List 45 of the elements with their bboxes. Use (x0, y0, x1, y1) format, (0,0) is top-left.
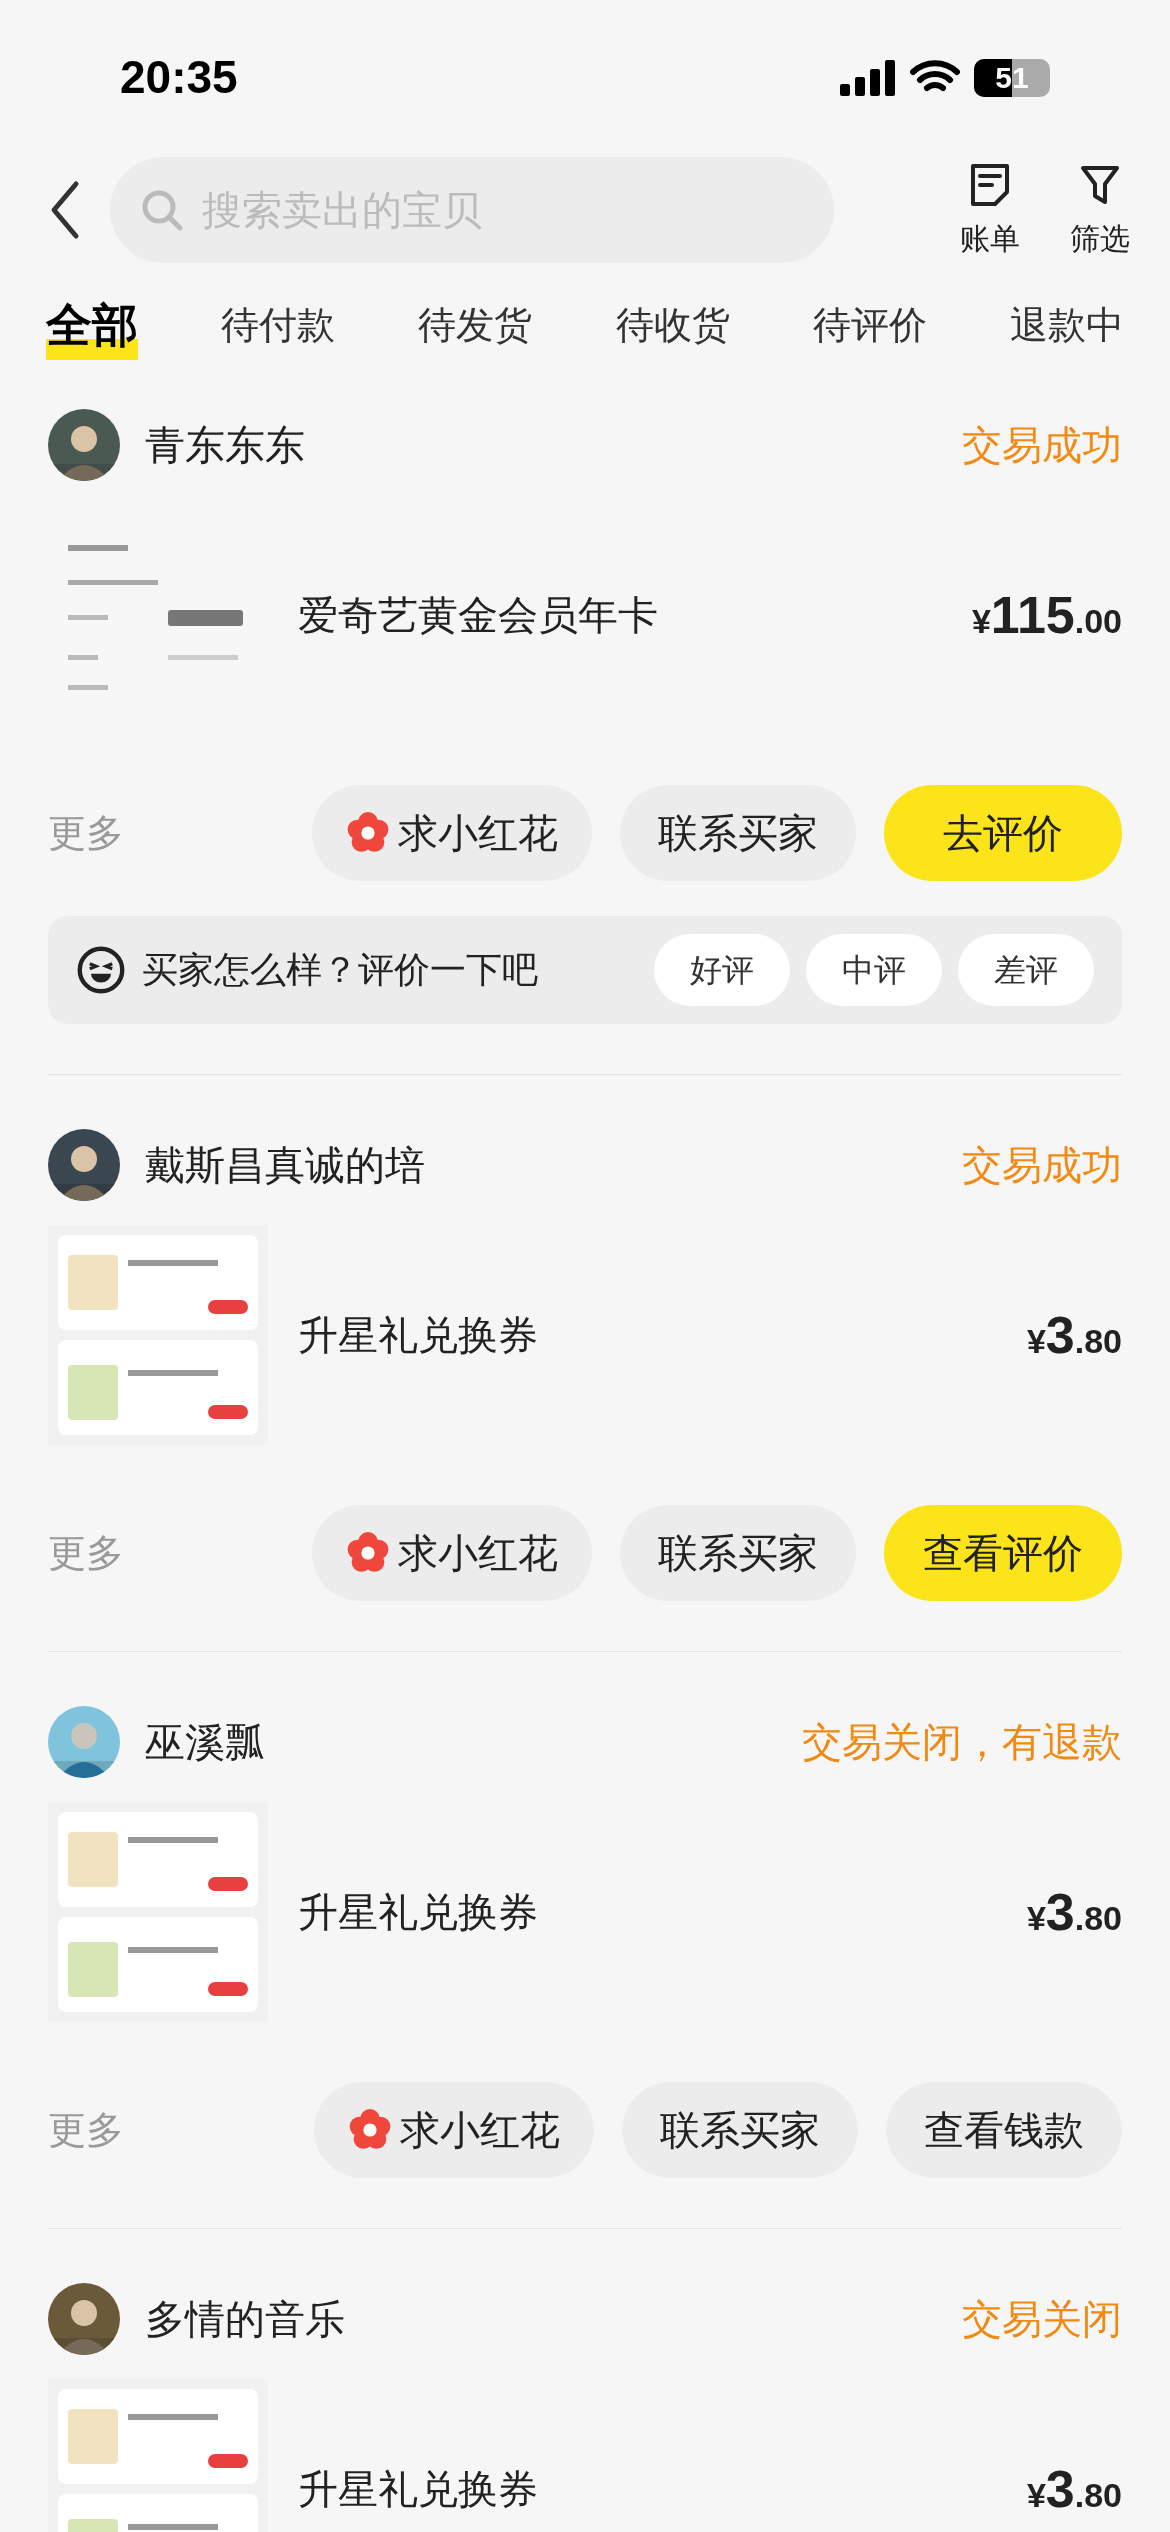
action-button[interactable]: 查看评价 (884, 1505, 1122, 1601)
toolbar-button[interactable]: 账单 (960, 159, 1020, 261)
laughing-face-icon (76, 945, 126, 995)
product-price: ¥3.80 (1026, 1305, 1122, 1366)
action-button[interactable]: 联系买家 (620, 1505, 856, 1601)
action-button[interactable]: 联系买家 (622, 2082, 858, 2178)
rating-option[interactable]: 好评 (654, 934, 790, 1006)
flower-icon (346, 811, 390, 855)
status-tab[interactable]: 退款中 (1009, 296, 1124, 354)
action-button[interactable]: 去评价 (884, 785, 1122, 881)
status-tab[interactable]: 待发货 (418, 296, 533, 354)
action-button[interactable]: 求小红花 (312, 1505, 592, 1601)
action-button[interactable]: 求小红花 (314, 2082, 594, 2178)
product-name: 升星礼兑换券 (298, 1312, 539, 1359)
review-prompt-text: 买家怎么样？评价一下吧 (142, 948, 539, 992)
product-price: ¥3.80 (1026, 2459, 1122, 2520)
toolbar-button[interactable]: 筛选 (1070, 159, 1130, 261)
flower-icon (348, 2108, 392, 2152)
status-tab[interactable]: 待评价 (812, 296, 927, 354)
rating-option[interactable]: 中评 (806, 934, 942, 1006)
product-name: 爱奇艺黄金会员年卡 (298, 592, 659, 639)
buyer-name: 戴斯昌真诚的培 (145, 1142, 426, 1189)
product-price: ¥3.80 (1026, 1882, 1122, 1943)
action-button[interactable]: 查看钱款 (886, 2082, 1122, 2178)
product-name: 升星礼兑换券 (298, 2466, 539, 2513)
status-tab[interactable]: 待付款 (221, 296, 336, 354)
product-name: 升星礼兑换券 (298, 1889, 539, 1936)
signal-icon (840, 59, 896, 96)
rating-option[interactable]: 差评 (958, 934, 1094, 1006)
product-price: ¥115.00 (971, 585, 1122, 646)
order-status: 交易关闭，有退款 (802, 1719, 1122, 1766)
order-status: 交易成功 (962, 1142, 1122, 1189)
action-button[interactable]: 联系买家 (620, 785, 856, 881)
action-button[interactable]: 求小红花 (312, 785, 592, 881)
battery-indicator: 51 (974, 58, 1050, 97)
search-icon (140, 188, 184, 232)
back-icon[interactable] (50, 180, 80, 240)
order-status: 交易成功 (962, 422, 1122, 469)
buyer-name: 巫溪瓢 (145, 1719, 266, 1766)
buyer-name: 多情的音乐 (145, 2296, 346, 2343)
flower-icon (346, 1531, 390, 1575)
buyer-name: 青东东东 (145, 422, 306, 469)
status-tab[interactable]: 待收货 (615, 296, 730, 354)
order-status: 交易关闭 (962, 2296, 1122, 2343)
status-time: 20:35 (120, 50, 238, 105)
